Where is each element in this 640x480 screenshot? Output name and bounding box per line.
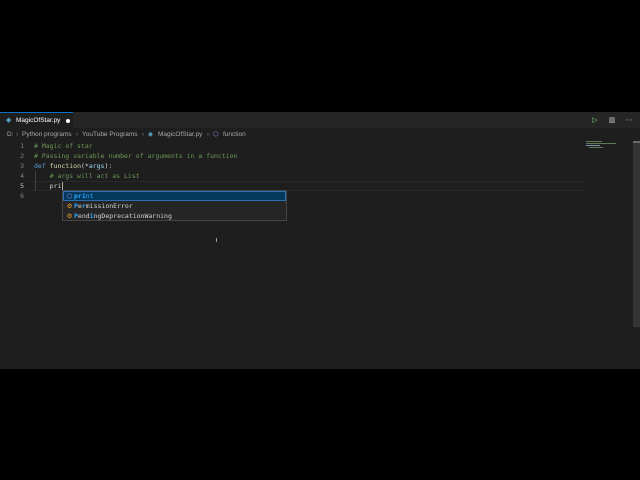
suggest-widget: ⬡ print ⚙ PermissionError ⚙ PendingDepre… [62, 190, 287, 221]
vertical-scrollbar[interactable] [633, 141, 640, 327]
suggestion-pendingdeprecationwarning[interactable]: ⚙ PendingDeprecationWarning [63, 211, 286, 221]
unsaved-dot-icon[interactable] [66, 119, 70, 123]
keyword-def: def [34, 162, 46, 170]
paren-open: (* [80, 162, 89, 170]
chevron-right-icon: › [207, 132, 209, 138]
line-number: 3 [20, 162, 24, 170]
class-icon: ⚙ [66, 202, 73, 210]
chevron-right-icon: › [76, 132, 78, 138]
minimap-line [586, 143, 616, 144]
python-file-icon: ◆ [148, 131, 153, 138]
chevron-right-icon: › [16, 132, 18, 138]
line-number: 1 [20, 142, 24, 150]
run-icon[interactable]: ▷ [590, 115, 600, 125]
editor-window: ◆ MagicOfStar.py ▷ ▥ ⋯ D: › Python progr… [0, 112, 640, 369]
symbol-method-icon: ⬡ [213, 131, 219, 138]
tab-magicofstar[interactable]: ◆ MagicOfStar.py [0, 112, 73, 128]
breadcrumb-youtube-programs[interactable]: YouTube Programs [82, 130, 138, 140]
suggestion-label: print [74, 192, 94, 200]
python-file-icon: ◆ [6, 116, 12, 124]
suggestion-label: PermissionError [74, 202, 133, 210]
line-number: 6 [20, 192, 24, 200]
tab-bar: ◆ MagicOfStar.py ▷ ▥ ⋯ [0, 112, 640, 128]
breadcrumb-symbol[interactable]: function [223, 130, 246, 140]
more-icon[interactable]: ⋯ [624, 115, 634, 125]
line-number: 4 [20, 172, 24, 180]
minimap-line [586, 145, 600, 146]
chevron-right-icon: › [142, 132, 144, 138]
minimap-line [586, 141, 602, 142]
function-name: function [49, 162, 81, 170]
suggestion-print[interactable]: ⬡ print [63, 191, 286, 201]
tab-label: MagicOfStar.py [16, 117, 61, 124]
breadcrumb-python-programs[interactable]: Python programs [22, 130, 72, 140]
code-line-3: def function(*args): [34, 161, 112, 171]
breadcrumb: D: › Python programs › YouTube Programs … [0, 129, 640, 141]
paren-close: ): [104, 162, 113, 170]
suggestion-label: PendingDeprecationWarning [74, 212, 172, 220]
code-line-1: # Magic of star [34, 142, 93, 150]
line-number: 5 [20, 182, 24, 190]
code-line-5: pri [34, 182, 62, 190]
breadcrumb-drive[interactable]: D: [7, 130, 14, 140]
suggestion-permissionerror[interactable]: ⚙ PermissionError [63, 201, 286, 211]
method-icon: ⬡ [66, 192, 73, 200]
line-number: 2 [20, 152, 24, 160]
code-line-4: # args will act as List [34, 172, 140, 180]
mouse-ibeam-icon [216, 238, 217, 242]
code-editor[interactable]: 1 2 3 4 5 6 # Magic of star # Passing va… [0, 141, 640, 369]
breadcrumb-file[interactable]: MagicOfStar.py [158, 130, 202, 140]
minimap[interactable] [586, 141, 632, 181]
class-icon: ⚙ [66, 212, 73, 220]
minimap-line [589, 147, 603, 148]
code-line-2: # Passing variable number of arguments i… [34, 152, 238, 160]
param-args: args [88, 162, 105, 170]
split-editor-icon[interactable]: ▥ [607, 115, 617, 125]
scrollbar-top-edge [633, 141, 640, 143]
